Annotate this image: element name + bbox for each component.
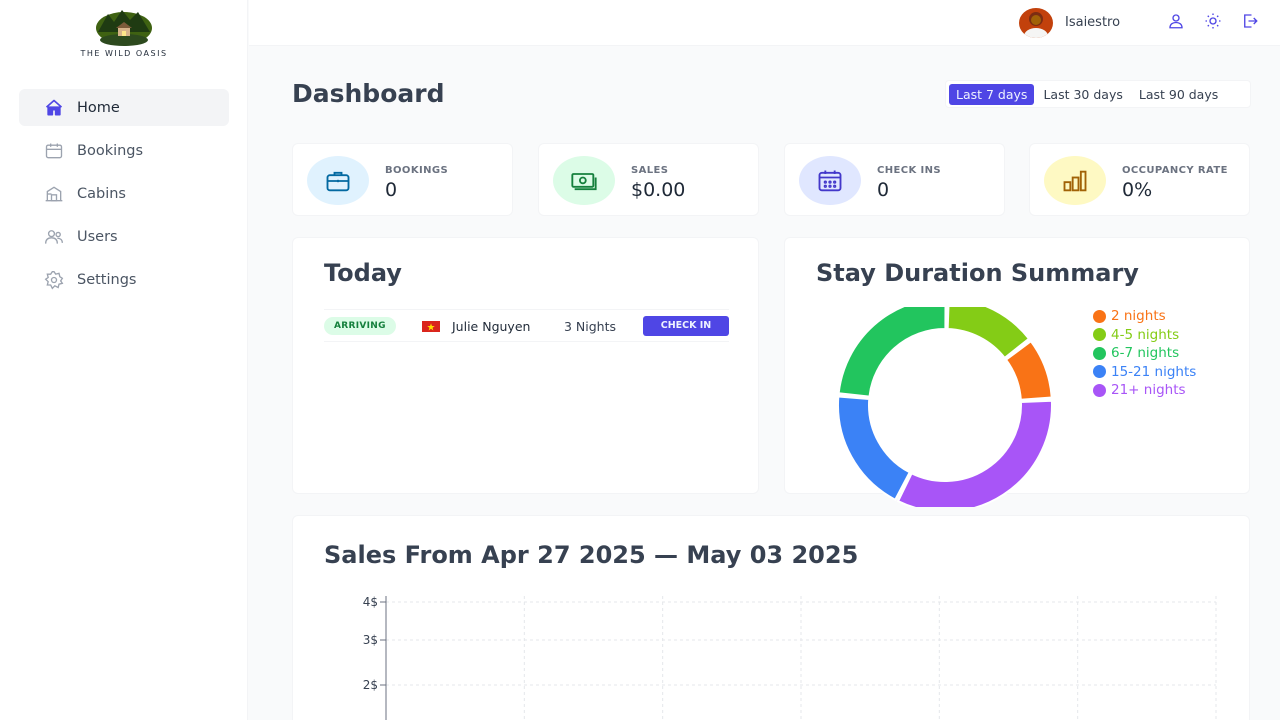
list-item: ARRIVING Julie Nguyen 3 Nights CHECK IN (324, 309, 729, 342)
sidebar: THE WILD OASIS Home Bookings Cabins User… (0, 0, 248, 720)
chart-legend: 2 nights 4-5 nights 6-7 nights 15-21 nights… (1093, 307, 1196, 400)
stat-card-occupancy-rate: OCCUPANCY RATE 0% (1029, 143, 1250, 216)
legend-label: 2 nights (1111, 308, 1166, 325)
today-title: Today (324, 259, 402, 287)
logout-button[interactable] (1239, 12, 1261, 34)
brand-name: THE WILD OASIS (80, 49, 168, 58)
sidebar-item-users[interactable]: Users (19, 218, 229, 255)
sidebar-item-settings[interactable]: Settings (19, 261, 229, 298)
legend-item: 21+ nights (1093, 381, 1196, 400)
stat-value: 0 (877, 179, 890, 201)
legend-swatch (1093, 328, 1106, 342)
stat-value: 0% (1122, 179, 1153, 201)
page-title: Dashboard (292, 79, 445, 108)
legend-label: 21+ nights (1111, 382, 1186, 399)
stat-label: SALES (631, 165, 669, 176)
sales-title: Sales From Apr 27 2025 — May 03 2025 (324, 541, 859, 569)
chart-bar-icon (1044, 156, 1106, 205)
y-axis-tick-label: 4$ (363, 595, 378, 609)
today-card: Today ARRIVING Julie Nguyen 3 Nights CHE… (292, 237, 759, 494)
logout-icon (1241, 12, 1259, 34)
legend-label: 6-7 nights (1111, 345, 1180, 362)
sidebar-item-label: Bookings (77, 142, 144, 159)
stat-label: BOOKINGS (385, 165, 449, 176)
donut-slice-6-7-nights[interactable] (837, 307, 947, 398)
logo-image (96, 10, 152, 46)
y-axis-tick-label: 2$ (363, 678, 378, 692)
legend-item: 6-7 nights (1093, 344, 1196, 363)
legend-swatch (1093, 346, 1106, 360)
donut-slice-4-5-nights[interactable] (946, 307, 1031, 360)
legend-item: 4-5 nights (1093, 326, 1196, 345)
legend-item: 15-21 nights (1093, 363, 1196, 382)
stat-card-bookings: BOOKINGS 0 (292, 143, 513, 216)
sidebar-item-label: Users (77, 228, 118, 245)
legend-swatch (1093, 383, 1106, 397)
filter-last-30-days[interactable]: Last 30 days (1036, 84, 1129, 105)
duration-title: Stay Duration Summary (816, 259, 1139, 287)
donut-slice-21-nights[interactable] (896, 399, 1053, 507)
stat-value: 0 (385, 179, 398, 201)
legend-swatch (1093, 309, 1106, 323)
sidebar-item-home[interactable]: Home (19, 89, 229, 126)
check-in-button[interactable]: CHECK IN (643, 316, 729, 336)
donut-slice-15-21-nights[interactable] (837, 395, 911, 502)
home-icon (43, 97, 65, 119)
settings-icon (43, 269, 65, 291)
stay-nights: 3 Nights (564, 319, 617, 334)
sidebar-item-cabins[interactable]: Cabins (19, 175, 229, 212)
legend-swatch (1093, 365, 1106, 379)
stat-label: OCCUPANCY RATE (1122, 165, 1228, 176)
logo[interactable]: THE WILD OASIS (0, 0, 248, 70)
status-badge: ARRIVING (324, 317, 396, 335)
stay-duration-donut-chart (837, 307, 1053, 507)
sales-card: Sales From Apr 27 2025 — May 03 2025 4$ 3… (292, 515, 1250, 720)
banknotes-icon (553, 156, 615, 205)
vietnam-flag-icon (422, 321, 440, 332)
y-axis-tick-label: 3$ (363, 633, 378, 647)
dark-mode-toggle[interactable] (1202, 12, 1224, 34)
briefcase-icon (307, 156, 369, 205)
stat-card-sales: SALES $0.00 (538, 143, 759, 216)
users-icon (43, 226, 65, 248)
stat-card-check-ins: CHECK INS 0 (784, 143, 1005, 216)
sun-icon (1204, 12, 1222, 34)
account-button[interactable] (1165, 12, 1187, 34)
sidebar-item-bookings[interactable]: Bookings (19, 132, 229, 169)
legend-item: 2 nights (1093, 307, 1196, 326)
main-nav: Home Bookings Cabins Users Settings (19, 89, 229, 304)
calendar-days-icon (799, 156, 861, 205)
stat-label: CHECK INS (877, 165, 942, 176)
legend-label: 4-5 nights (1111, 326, 1180, 343)
sales-area-chart: 4$ 3$ 2$ (363, 595, 1217, 720)
duration-card: Stay Duration Summary 2 nights 4-5 nights… (784, 237, 1250, 507)
sidebar-item-label: Settings (77, 271, 137, 288)
filter-last-7-days[interactable]: Last 7 days (949, 83, 1035, 105)
user-icon (1167, 12, 1185, 34)
guest-name: Julie Nguyen (452, 319, 531, 334)
filter-last-90-days[interactable]: Last 90 days (1132, 84, 1225, 105)
calendar-icon (43, 140, 65, 162)
username: Isaiestro (1065, 15, 1121, 30)
sidebar-item-label: Home (77, 99, 120, 116)
cabin-icon (43, 183, 65, 205)
sidebar-item-label: Cabins (77, 185, 126, 202)
avatar[interactable] (1019, 8, 1053, 38)
legend-label: 15-21 nights (1111, 363, 1197, 380)
stat-value: $0.00 (631, 179, 686, 201)
top-header: Isaiestro (249, 0, 1280, 46)
date-range-filter: Last 7 days Last 30 days Last 90 days (945, 80, 1251, 108)
